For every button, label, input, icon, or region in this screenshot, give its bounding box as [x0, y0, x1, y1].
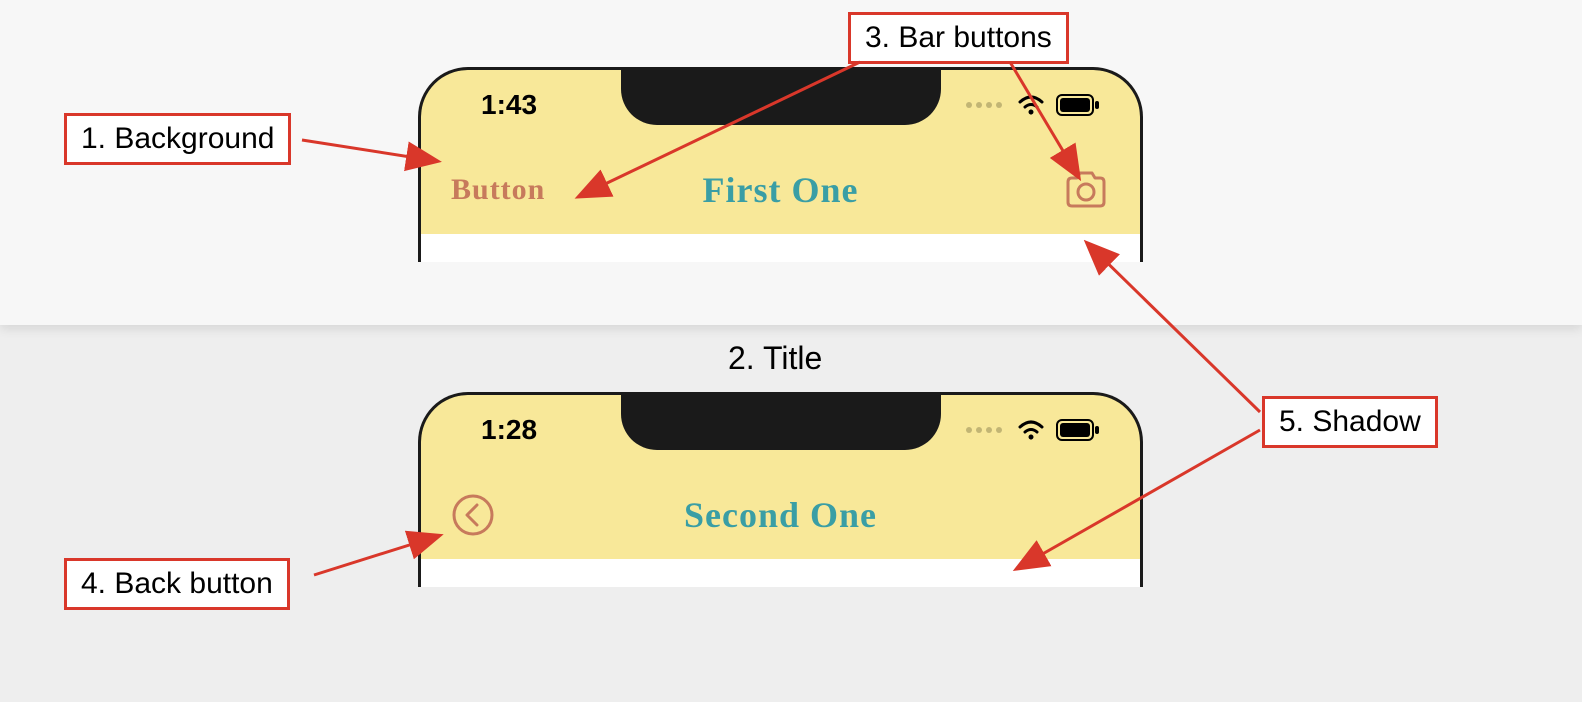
callout-shadow: 5. Shadow: [1262, 396, 1438, 448]
callout-bar-buttons: 3. Bar buttons: [848, 12, 1069, 64]
navbar-background: 1:28 Second One: [421, 395, 1140, 587]
callout-title: 2. Title: [728, 340, 822, 377]
back-icon[interactable]: [451, 493, 495, 537]
nav-title: Second One: [684, 494, 877, 536]
status-bar: 1:28: [421, 395, 1140, 465]
navigation-bar: Button First One: [421, 150, 1140, 230]
nav-right: [1062, 170, 1110, 210]
battery-icon: [1056, 94, 1100, 116]
status-icons: [966, 93, 1100, 117]
camera-icon[interactable]: [1062, 170, 1110, 210]
phone-mockup-2: 1:28 Second One: [418, 392, 1143, 587]
battery-icon: [1056, 419, 1100, 441]
wifi-icon: [1016, 418, 1046, 442]
status-time: 1:43: [481, 89, 537, 121]
content-area: [421, 559, 1140, 587]
nav-button-text[interactable]: Button: [451, 173, 545, 207]
signal-dots-icon: [966, 427, 1002, 433]
nav-left: Button: [451, 173, 545, 207]
status-bar: 1:43: [421, 70, 1140, 140]
callout-back-button: 4. Back button: [64, 558, 290, 610]
phone-mockup-1: 1:43 Button First One: [418, 67, 1143, 262]
nav-left: [451, 493, 495, 537]
navigation-bar: Second One: [421, 475, 1140, 555]
signal-dots-icon: [966, 102, 1002, 108]
nav-title: First One: [703, 169, 859, 211]
status-time: 1:28: [481, 414, 537, 446]
callout-background: 1. Background: [64, 113, 291, 165]
content-area: [421, 234, 1140, 262]
navbar-background: 1:43 Button First One: [421, 70, 1140, 262]
status-icons: [966, 418, 1100, 442]
wifi-icon: [1016, 93, 1046, 117]
